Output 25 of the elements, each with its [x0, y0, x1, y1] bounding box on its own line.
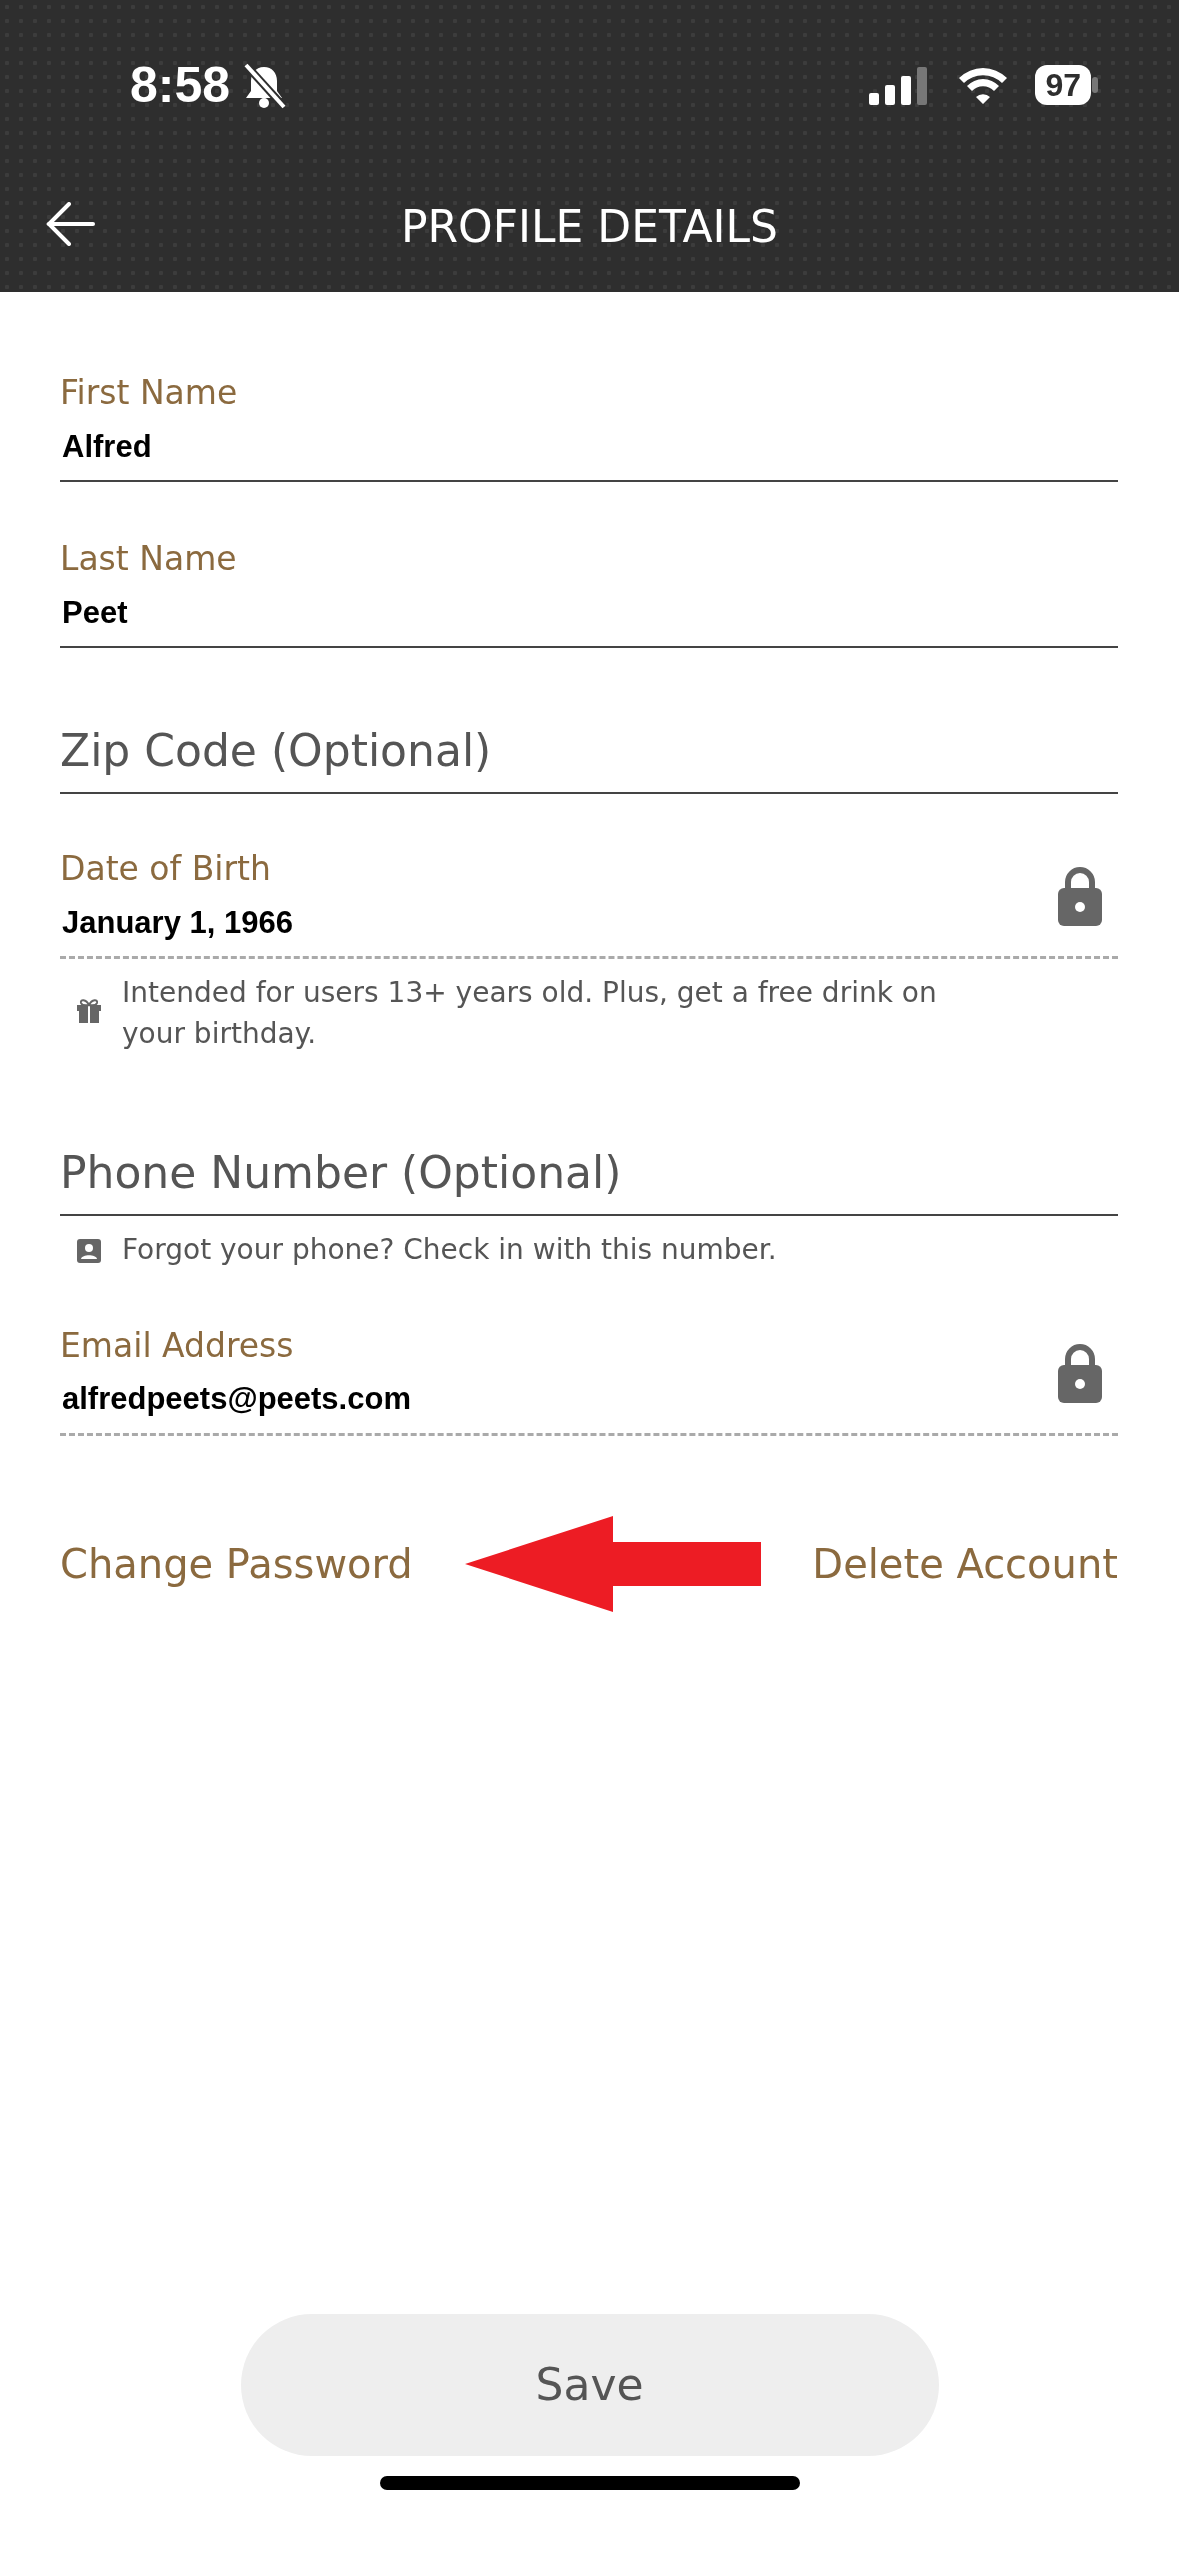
helper-text: Intended for users 13+ years old. Plus, get a free drink on your birthday.	[122, 975, 938, 1052]
field-label: Date of Birth	[60, 848, 272, 890]
text-field[interactable]: First Name Alfred	[60, 368, 1118, 482]
gift-icon	[76, 997, 102, 1023]
field-label: Last Name	[60, 538, 238, 580]
field-label: Email Address	[60, 1324, 295, 1367]
screen-title: PROFILE DETAILS	[401, 200, 778, 254]
field-value: Alfred	[61, 427, 153, 466]
text-field[interactable]: Phone Number (Optional)	[60, 1140, 1118, 1217]
text-link[interactable]: Change Password	[60, 1533, 413, 1594]
text-field[interactable]: Last Name Peet	[60, 534, 1118, 648]
lock-icon	[1056, 864, 1104, 926]
field-value: January 1, 1966	[61, 903, 294, 942]
battery-tip-icon	[1091, 77, 1099, 93]
text-link[interactable]: Delete Account	[812, 1533, 1118, 1594]
battery-level: 97	[1035, 65, 1091, 105]
status-time: 8:58	[130, 55, 231, 115]
field-value: alfredpeets@peets.com	[61, 1380, 412, 1419]
helper-text: Forgot your phone? Check in with this number.	[122, 1232, 777, 1269]
field-value: Peet	[61, 593, 129, 632]
text-field[interactable]: Email Address alfredpeets@peets.com	[60, 1320, 1118, 1436]
text-field[interactable]: Date of Birth January 1, 1966	[60, 844, 1118, 959]
text-field[interactable]: Zip Code (Optional)	[60, 718, 1118, 794]
contact-card-icon	[76, 1238, 102, 1265]
field-label: First Name	[60, 372, 239, 414]
